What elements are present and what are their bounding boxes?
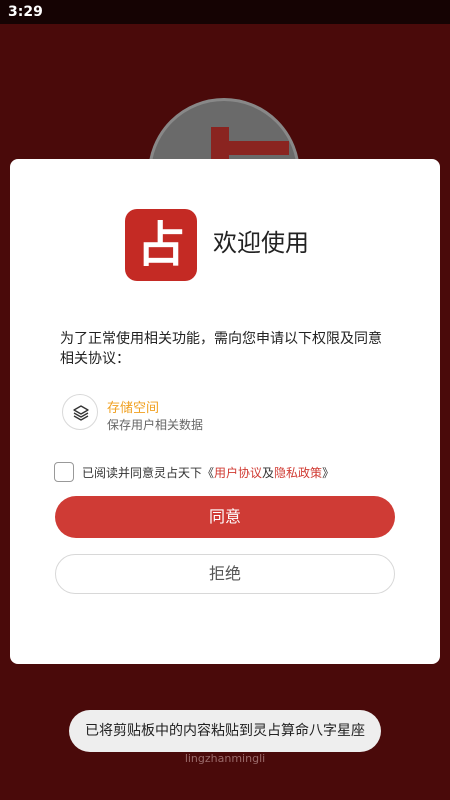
reject-button[interactable]: 拒绝 — [55, 554, 395, 594]
agreement-suffix: 》 — [322, 466, 335, 480]
agreement-text: 已阅读并同意灵占天下《用户协议及隐私政策》 — [82, 464, 334, 481]
permission-description: 保存用户相关数据 — [107, 418, 204, 432]
agreement-middle: 及 — [262, 466, 275, 480]
intro-text: 为了正常使用相关功能，需向您申请以下权限及同意相关协议： — [60, 331, 382, 367]
agreement-checkbox[interactable] — [54, 462, 74, 482]
agreement-row: 已阅读并同意灵占天下《用户协议及隐私政策》 — [54, 462, 394, 484]
app-logo: 占 — [125, 209, 197, 281]
layers-icon — [62, 394, 98, 430]
status-bar: 3:29 — [0, 0, 450, 24]
clipboard-toast: 已将剪贴板中的内容粘贴到灵占算命八字星座 — [69, 710, 381, 752]
permission-item-storage: 存储空间 保存用户相关数据 — [62, 394, 362, 434]
user-agreement-link[interactable]: 用户协议 — [214, 466, 262, 480]
permission-title: 存储空间 — [107, 401, 160, 416]
background-watermark: lingzhanmingli — [184, 752, 266, 765]
dialog-title: 欢迎使用 — [213, 229, 309, 257]
welcome-dialog: 占 欢迎使用 为了正常使用相关功能，需向您申请以下权限及同意相关协议： 存储空间… — [10, 159, 440, 664]
status-time: 3:29 — [8, 4, 43, 20]
privacy-policy-link[interactable]: 隐私政策 — [274, 466, 322, 480]
agreement-prefix: 已阅读并同意灵占天下《 — [82, 466, 215, 480]
agree-button[interactable]: 同意 — [55, 496, 395, 538]
app-logo-char: 占 — [136, 217, 185, 273]
